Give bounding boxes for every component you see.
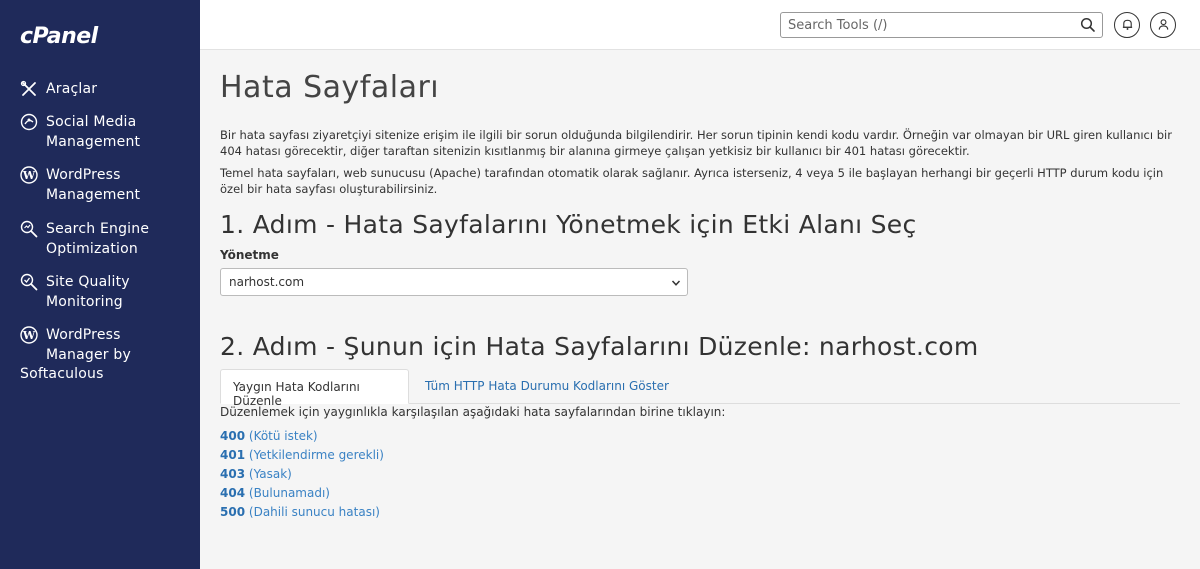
- tab-common-error-codes[interactable]: Yaygın Hata Kodlarını Düzenle: [220, 369, 409, 408]
- error-code-link-500[interactable]: 500 (Dahili sunucu hatası): [220, 503, 384, 522]
- instruction-text: Düzenlemek için yaygınlıkla karşılaşılan…: [220, 405, 726, 419]
- error-code-description: (Yetkilendirme gerekli): [248, 448, 384, 462]
- error-code-link-404[interactable]: 404 (Bulunamadı): [220, 484, 384, 503]
- error-code-list: 400 (Kötü istek) 401 (Yetkilendirme gere…: [220, 427, 384, 522]
- site-quality-icon: [20, 273, 38, 291]
- bell-icon: [1121, 16, 1134, 35]
- notifications-button[interactable]: [1114, 12, 1140, 38]
- chevron-down-icon: [671, 277, 681, 287]
- sidebar: cPanel Araçlar Social Media Management W…: [0, 0, 200, 569]
- sidebar-item-wordpress-management[interactable]: W WordPress Management: [0, 165, 150, 205]
- svg-text:W: W: [22, 329, 36, 342]
- sidebar-item-label: Social Media Management: [46, 114, 141, 150]
- sidebar-item-label: Search Engine Optimization: [46, 221, 150, 257]
- error-code-description: (Yasak): [248, 467, 292, 481]
- sidebar-item-label: Araçlar: [46, 81, 98, 97]
- cpanel-logo[interactable]: cPanel: [20, 24, 98, 49]
- svg-text:W: W: [22, 169, 36, 182]
- error-code-number: 400: [220, 429, 246, 443]
- error-code-description: (Dahili sunucu hatası): [248, 505, 380, 519]
- sidebar-item-label: WordPress Manager by: [46, 327, 131, 363]
- search-input[interactable]: [781, 13, 1071, 37]
- sidebar-item-tools[interactable]: Araçlar: [0, 79, 107, 99]
- error-code-number: 404: [220, 486, 246, 500]
- tools-icon: [20, 80, 38, 98]
- description-paragraph-1: Bir hata sayfası ziyaretçiyi sitenize er…: [220, 128, 1172, 158]
- sidebar-item-label: Site Quality Monitoring: [46, 274, 130, 310]
- user-menu-button[interactable]: [1150, 12, 1176, 38]
- error-code-number: 500: [220, 505, 246, 519]
- sidebar-item-label-softaculous[interactable]: Softaculous: [20, 366, 104, 382]
- step1-heading: 1. Adım - Hata Sayfalarını Yönetmek için…: [220, 210, 917, 239]
- sidebar-item-wp-manager-softaculous[interactable]: W WordPress Manager by: [0, 325, 141, 365]
- error-code-link-401[interactable]: 401 (Yetkilendirme gerekli): [220, 446, 384, 465]
- error-code-link-403[interactable]: 403 (Yasak): [220, 465, 384, 484]
- sidebar-item-seo[interactable]: Search Engine Optimization: [0, 219, 159, 259]
- domain-select-value: narhost.com: [229, 275, 305, 289]
- top-header: [200, 0, 1200, 50]
- tab-bar: Yaygın Hata Kodlarını Düzenle Tüm HTTP H…: [220, 369, 1180, 408]
- description-paragraph-2: Temel hata sayfaları, web sunucusu (Apac…: [220, 166, 1164, 196]
- error-code-description: (Kötü istek): [248, 429, 318, 443]
- domain-select[interactable]: narhost.com: [220, 268, 688, 296]
- sidebar-item-site-quality[interactable]: Site Quality Monitoring: [0, 272, 140, 312]
- error-code-description: (Bulunamadı): [248, 486, 330, 500]
- search-box[interactable]: [780, 12, 1103, 38]
- tab-all-http-error-codes[interactable]: Tüm HTTP Hata Durumu Kodlarını Göster: [413, 369, 681, 404]
- error-code-link-400[interactable]: 400 (Kötü istek): [220, 427, 384, 446]
- search-icon[interactable]: [1080, 17, 1096, 33]
- error-code-number: 403: [220, 467, 246, 481]
- wordpress-icon: W: [20, 166, 38, 184]
- error-code-number: 401: [220, 448, 246, 462]
- seo-search-icon: [20, 220, 38, 238]
- user-icon: [1157, 16, 1170, 35]
- social-media-icon: [20, 113, 38, 131]
- page-title: Hata Sayfaları: [220, 70, 440, 105]
- step2-heading: 2. Adım - Şunun için Hata Sayfalarını Dü…: [220, 332, 979, 361]
- sidebar-item-social-media[interactable]: Social Media Management: [0, 112, 150, 152]
- wordpress-icon: W: [20, 326, 38, 344]
- manage-label: Yönetme: [220, 248, 279, 262]
- sidebar-item-label: WordPress Management: [46, 167, 141, 203]
